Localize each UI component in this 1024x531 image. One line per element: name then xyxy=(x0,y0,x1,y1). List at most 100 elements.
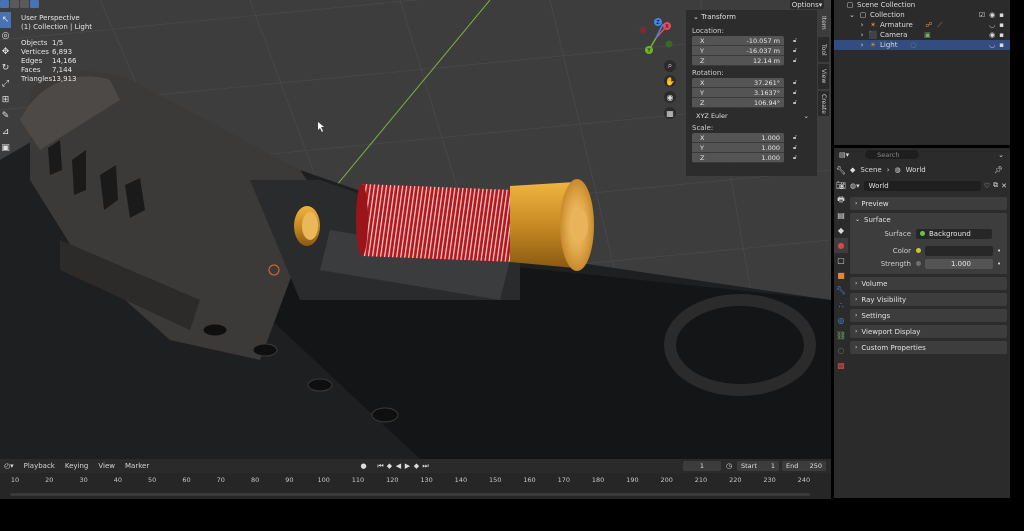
move-tool-icon[interactable]: ✥ xyxy=(0,44,11,60)
breadcrumb-world[interactable]: World xyxy=(906,166,926,174)
location-x-field[interactable]: X -10.057 m xyxy=(692,36,784,46)
scale-z-field[interactable]: Z 1.000 xyxy=(692,153,784,163)
location-y-field[interactable]: Y -16.037 m xyxy=(692,46,784,56)
rotation-z-field[interactable]: Z 106.94° xyxy=(692,98,784,108)
record-icon[interactable]: ● xyxy=(359,461,368,471)
menu-keying[interactable]: Keying xyxy=(65,462,89,470)
eye-icon[interactable]: ◉ xyxy=(989,31,995,39)
overlay-icon[interactable] xyxy=(30,0,39,8)
ortho-grid-icon[interactable]: ▦ xyxy=(664,107,676,119)
dot-icon[interactable]: • xyxy=(997,247,1001,255)
outliner-item-armature[interactable]: › ✶ Armature ☍ ⟋ ◡ ▪ xyxy=(834,20,1010,30)
strength-field[interactable]: 1.000 xyxy=(925,258,993,269)
location-z-field[interactable]: Z 12.14 m xyxy=(692,56,784,66)
play-reverse-icon[interactable]: ◀ xyxy=(394,461,403,471)
panel-custom-properties[interactable]: › Custom Properties xyxy=(850,341,1007,354)
texture-tab-icon[interactable]: ▩ xyxy=(834,358,848,373)
close-icon[interactable]: ✕ xyxy=(1001,182,1007,190)
play-icon[interactable]: ▶ xyxy=(403,461,412,471)
eye-icon[interactable]: ◡ xyxy=(989,41,995,49)
add-cube-tool-icon[interactable]: ▣ xyxy=(0,140,11,156)
physics-tab-icon[interactable]: ◎ xyxy=(834,313,848,328)
lock-icon[interactable]: 🔓︎ xyxy=(793,57,801,65)
eye-icon[interactable]: ◉ xyxy=(989,11,995,19)
checkbox-icon[interactable]: ☑ xyxy=(979,11,985,19)
current-frame-field[interactable]: 1 xyxy=(683,461,721,471)
breadcrumb-scene[interactable]: Scene xyxy=(860,166,881,174)
camera-icon[interactable]: ▪ xyxy=(999,41,1004,49)
panel-viewport-display[interactable]: › Viewport Display xyxy=(850,325,1007,338)
prev-keyframe-icon[interactable]: ◆ xyxy=(385,461,394,471)
cursor-tool-icon[interactable]: ◎ xyxy=(0,28,11,44)
next-keyframe-icon[interactable]: ◆ xyxy=(412,461,421,471)
particles-tab-icon[interactable]: ∴ xyxy=(834,298,848,313)
jump-start-icon[interactable]: ⏮ xyxy=(376,461,385,471)
lock-icon[interactable]: 🔓︎ xyxy=(793,89,801,97)
scene-collection-row[interactable]: ▢ Scene Collection xyxy=(834,0,1010,10)
jump-end-icon[interactable]: ⏭ xyxy=(421,461,430,471)
lock-icon[interactable]: 🔓︎ xyxy=(793,47,801,55)
object-tab-icon[interactable]: ■ xyxy=(834,268,848,283)
fake-user-icon[interactable]: ♡ xyxy=(984,182,990,190)
collection-tab-icon[interactable]: ▢ xyxy=(834,253,848,268)
scale-x-field[interactable]: X 1.000 xyxy=(692,133,784,143)
zoom-icon[interactable]: ⌕ xyxy=(664,60,676,72)
annotate-tool-icon[interactable]: ✎ xyxy=(0,108,11,124)
duplicate-icon[interactable]: ⧉ xyxy=(993,181,998,190)
clock-icon[interactable]: ◷ xyxy=(726,462,732,470)
pin-icon[interactable]: 📌︎ xyxy=(994,166,1003,174)
lock-icon[interactable]: 🔓︎ xyxy=(793,99,801,107)
panel-settings[interactable]: › Settings xyxy=(850,309,1007,322)
color-swatch[interactable] xyxy=(925,245,993,256)
editor-type-icon[interactable]: ◴▾ xyxy=(4,462,14,470)
rotation-x-field[interactable]: X 37.261° xyxy=(692,78,784,88)
surface-shader-field[interactable]: Background xyxy=(916,228,992,239)
world-browse-icon[interactable]: ◍▾ xyxy=(850,182,860,190)
panel-preview[interactable]: › Preview xyxy=(850,197,1007,210)
frame-ruler[interactable]: 10 20 30 40 50 60 70 80 90 100 110 120 130 140 150 160 1… xyxy=(0,473,831,499)
tab-tool[interactable]: Tool xyxy=(818,37,829,62)
transform-tool-icon[interactable]: ⊞ xyxy=(0,92,11,108)
menu-marker[interactable]: Marker xyxy=(125,462,149,470)
select-mode-icon[interactable] xyxy=(0,0,9,8)
camera-view-icon[interactable]: ◉ xyxy=(664,91,676,103)
render-tab-icon[interactable]: 📷︎ xyxy=(834,178,848,193)
camera-icon[interactable]: ▪ xyxy=(999,11,1004,19)
3d-viewport[interactable]: ↖ ◎ ✥ ↻ ⤢ ⊞ ✎ ⊿ ▣ User Perspective (1) C… xyxy=(0,0,831,459)
navigation-gizmo[interactable]: X Z Y xyxy=(637,16,675,56)
lock-icon[interactable]: 🔓︎ xyxy=(793,154,801,162)
pan-hand-icon[interactable]: ✋ xyxy=(664,75,676,87)
scale-tool-icon[interactable]: ⤢ xyxy=(0,76,11,92)
shading-icon[interactable] xyxy=(20,0,29,8)
select-tool-icon[interactable]: ↖ xyxy=(0,12,11,28)
panel-volume[interactable]: › Volume xyxy=(850,277,1007,290)
outliner-item-light[interactable]: › ☀ Light ◌ ◡ ▪ xyxy=(834,40,1010,50)
tool-tab-icon[interactable]: 🔧︎ xyxy=(834,163,848,178)
world-name-field[interactable]: World xyxy=(863,180,981,191)
chevron-down-icon[interactable]: ⌄ xyxy=(998,151,1004,159)
output-tab-icon[interactable]: 🖶︎ xyxy=(834,193,848,208)
rotation-y-field[interactable]: Y 3.1637° xyxy=(692,88,784,98)
camera-icon[interactable]: ▪ xyxy=(999,31,1004,39)
menu-playback[interactable]: Playback xyxy=(24,462,55,470)
tab-view[interactable]: View xyxy=(818,64,829,89)
start-frame-field[interactable]: Start 1 xyxy=(737,461,779,471)
tab-item[interactable]: Item xyxy=(818,10,829,35)
lock-icon[interactable]: 🔓︎ xyxy=(793,79,801,87)
eye-icon[interactable]: ◡ xyxy=(989,21,995,29)
lock-icon[interactable]: 🔓︎ xyxy=(793,37,801,45)
measure-tool-icon[interactable]: ⊿ xyxy=(0,124,11,140)
timeline-scrollbar[interactable] xyxy=(10,493,810,496)
collection-row[interactable]: ⌄ ▢ Collection ☑ ◉ ▪ xyxy=(834,10,1010,20)
search-input[interactable]: Search xyxy=(865,150,920,159)
lock-icon[interactable]: 🔓︎ xyxy=(793,144,801,152)
tab-create[interactable]: Create xyxy=(818,91,829,116)
world-tab-icon[interactable]: ● xyxy=(834,238,848,253)
transform-header[interactable]: ⌄ Transform xyxy=(686,10,817,24)
viewport-mode-icon[interactable] xyxy=(10,0,19,8)
constraint-tab-icon[interactable]: ⛓︎ xyxy=(834,328,848,343)
dot-icon[interactable]: • xyxy=(997,260,1001,268)
end-frame-field[interactable]: End 250 xyxy=(782,461,826,471)
camera-icon[interactable]: ▪ xyxy=(999,21,1004,29)
lock-icon[interactable]: 🔓︎ xyxy=(793,134,801,142)
